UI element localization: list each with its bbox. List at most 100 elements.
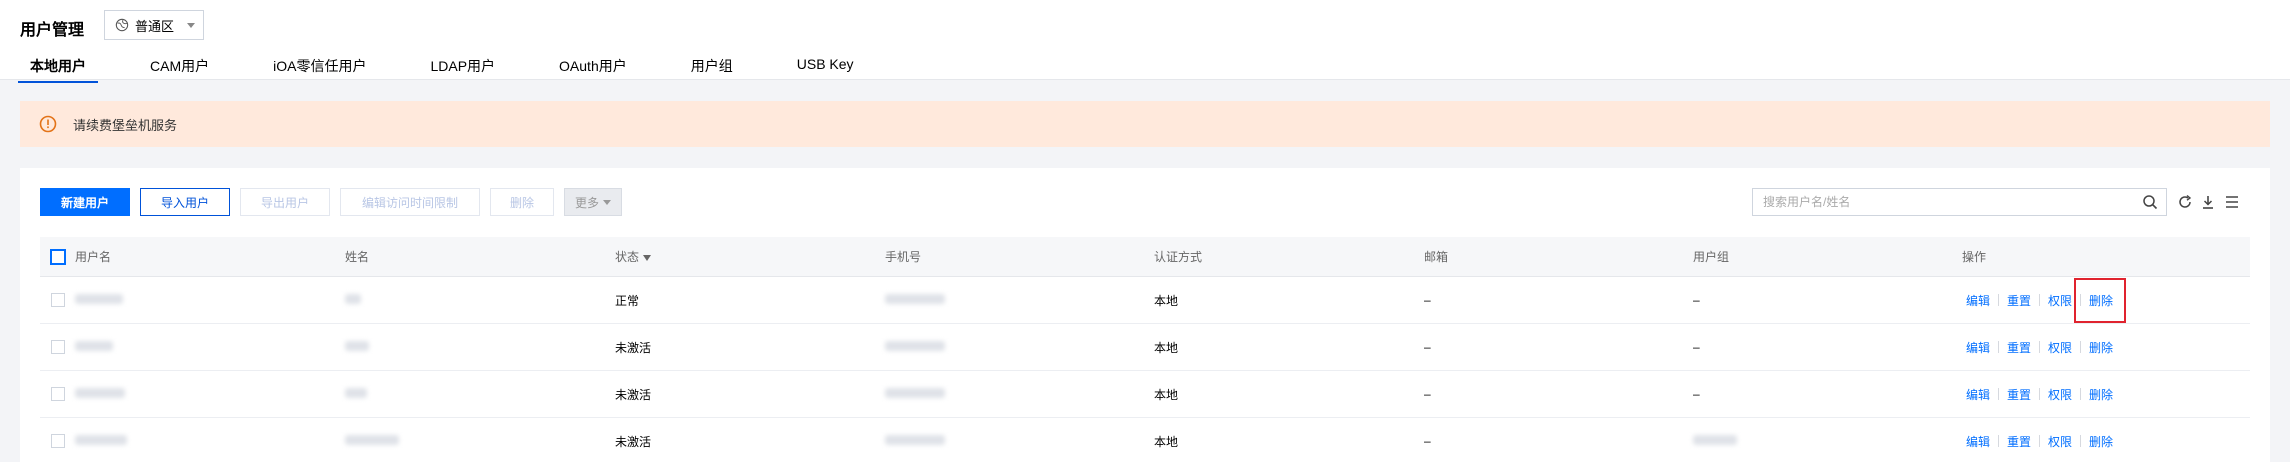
- toolbar: 新建用户 导入用户 导出用户 编辑访问时间限制 删除 更多: [40, 188, 622, 218]
- search-input[interactable]: [1753, 189, 2142, 215]
- new-user-button[interactable]: 新建用户: [40, 188, 130, 216]
- name-value-redacted: [345, 435, 399, 445]
- divider: [2039, 388, 2041, 400]
- divider: [2080, 341, 2082, 353]
- page-header: 用户管理 普通区 本地用户 CAM用户 iOA零信任用户 LDAP用户 OAut…: [0, 0, 2290, 83]
- permission-link[interactable]: 权限: [2044, 292, 2076, 309]
- col-auth: 认证方式: [1154, 250, 1203, 264]
- tab-user-groups[interactable]: 用户组: [679, 54, 745, 80]
- divider: [1998, 435, 2000, 447]
- tab-usb-key[interactable]: USB Key: [785, 54, 866, 80]
- reset-link[interactable]: 重置: [2003, 386, 2035, 403]
- renewal-banner: 请续费堡垒机服务: [20, 101, 2270, 147]
- row-checkbox[interactable]: [51, 293, 65, 307]
- filter-icon[interactable]: [643, 254, 652, 261]
- row-actions: 编辑 重置 权限 删除: [1962, 339, 2117, 356]
- row-checkbox[interactable]: [51, 387, 65, 401]
- edit-access-time-button[interactable]: 编辑访问时间限制: [340, 188, 480, 216]
- group-value: –: [1693, 293, 1700, 307]
- refresh-icon[interactable]: [2177, 194, 2193, 210]
- edit-link[interactable]: 编辑: [1962, 292, 1994, 309]
- edit-link[interactable]: 编辑: [1962, 339, 1994, 356]
- divider: [2039, 435, 2041, 447]
- auth-value: 本地: [1154, 293, 1179, 308]
- reset-link[interactable]: 重置: [2003, 292, 2035, 309]
- table-row[interactable]: 未激活 本地 – – 编辑 重置 权限 删除: [40, 371, 2250, 418]
- group-value: –: [1693, 340, 1700, 354]
- col-email: 邮箱: [1424, 250, 1449, 264]
- column-settings-icon[interactable]: [2224, 194, 2240, 210]
- delete-link[interactable]: 删除: [2085, 386, 2117, 403]
- phone-value-redacted: [885, 388, 945, 398]
- search-icon[interactable]: [2142, 194, 2158, 210]
- tab-oauth-users[interactable]: OAuth用户: [547, 54, 639, 80]
- username-value-redacted: [75, 435, 127, 445]
- divider: [1998, 388, 2000, 400]
- email-value: –: [1424, 293, 1431, 307]
- delete-link[interactable]: 删除: [2085, 433, 2117, 450]
- status-value: 未激活: [615, 387, 652, 402]
- status-value: 正常: [615, 293, 640, 308]
- phone-value-redacted: [885, 341, 945, 351]
- delete-button[interactable]: 删除: [490, 188, 554, 216]
- group-value-redacted: [1693, 435, 1737, 445]
- reset-link[interactable]: 重置: [2003, 433, 2035, 450]
- divider: [2039, 294, 2041, 306]
- tab-ldap-users[interactable]: LDAP用户: [418, 54, 507, 80]
- row-actions: 编辑 重置 权限 删除: [1962, 433, 2117, 450]
- col-username: 用户名: [75, 250, 112, 264]
- permission-link[interactable]: 权限: [2044, 339, 2076, 356]
- email-value: –: [1424, 387, 1431, 401]
- table-row[interactable]: 正常 本地 – – 编辑 重置 权限 删除: [40, 277, 2250, 324]
- auth-value: 本地: [1154, 340, 1179, 355]
- col-status-label: 状态: [615, 250, 640, 264]
- name-value-redacted: [345, 294, 361, 304]
- col-phone: 手机号: [885, 250, 922, 264]
- name-value-redacted: [345, 341, 369, 351]
- row-actions: 编辑 重置 权限 删除: [1962, 386, 2117, 403]
- status-value: 未激活: [615, 434, 652, 449]
- auth-value: 本地: [1154, 387, 1179, 402]
- search-box: [1752, 188, 2167, 216]
- more-button[interactable]: 更多: [564, 188, 622, 216]
- warning-icon: [39, 115, 57, 133]
- tab-bar: 本地用户 CAM用户 iOA零信任用户 LDAP用户 OAuth用户 用户组 U…: [18, 54, 906, 83]
- edit-link[interactable]: 编辑: [1962, 433, 1994, 450]
- export-user-button[interactable]: 导出用户: [240, 188, 330, 216]
- tab-cam-users[interactable]: CAM用户: [138, 54, 221, 80]
- divider: [1998, 341, 2000, 353]
- permission-link[interactable]: 权限: [2044, 386, 2076, 403]
- divider: [2080, 388, 2082, 400]
- phone-value-redacted: [885, 294, 945, 304]
- tab-local-users[interactable]: 本地用户: [18, 54, 98, 83]
- edit-link[interactable]: 编辑: [1962, 386, 1994, 403]
- username-value-redacted: [75, 341, 113, 351]
- region-label: 普通区: [135, 18, 175, 34]
- table-row[interactable]: 未激活 本地 – 编辑 重置 权限 删除: [40, 418, 2250, 462]
- table-row[interactable]: 未激活 本地 – – 编辑 重置 权限 删除: [40, 324, 2250, 371]
- download-icon[interactable]: [2200, 194, 2216, 210]
- col-status[interactable]: 状态: [615, 248, 652, 265]
- email-value: –: [1424, 340, 1431, 354]
- delete-link[interactable]: 删除: [2085, 339, 2117, 356]
- tab-ioa-users[interactable]: iOA零信任用户: [261, 54, 378, 80]
- phone-value-redacted: [885, 435, 945, 445]
- status-value: 未激活: [615, 340, 652, 355]
- globe-icon: [115, 18, 129, 32]
- row-checkbox[interactable]: [51, 340, 65, 354]
- divider: [1998, 294, 2000, 306]
- username-value-redacted: [75, 294, 123, 304]
- reset-link[interactable]: 重置: [2003, 339, 2035, 356]
- divider: [2039, 341, 2041, 353]
- table-header: 用户名 姓名 状态 手机号 认证方式 邮箱 用户组 操作: [40, 237, 2250, 277]
- username-value-redacted: [75, 388, 125, 398]
- select-all-checkbox[interactable]: [50, 248, 66, 265]
- row-checkbox[interactable]: [51, 434, 65, 448]
- chevron-down-icon: [187, 23, 195, 28]
- import-user-button[interactable]: 导入用户: [140, 188, 230, 216]
- region-select[interactable]: 普通区: [104, 10, 204, 40]
- permission-link[interactable]: 权限: [2044, 433, 2076, 450]
- col-name: 姓名: [345, 250, 370, 264]
- group-value: –: [1693, 387, 1700, 401]
- page-title: 用户管理: [20, 22, 85, 39]
